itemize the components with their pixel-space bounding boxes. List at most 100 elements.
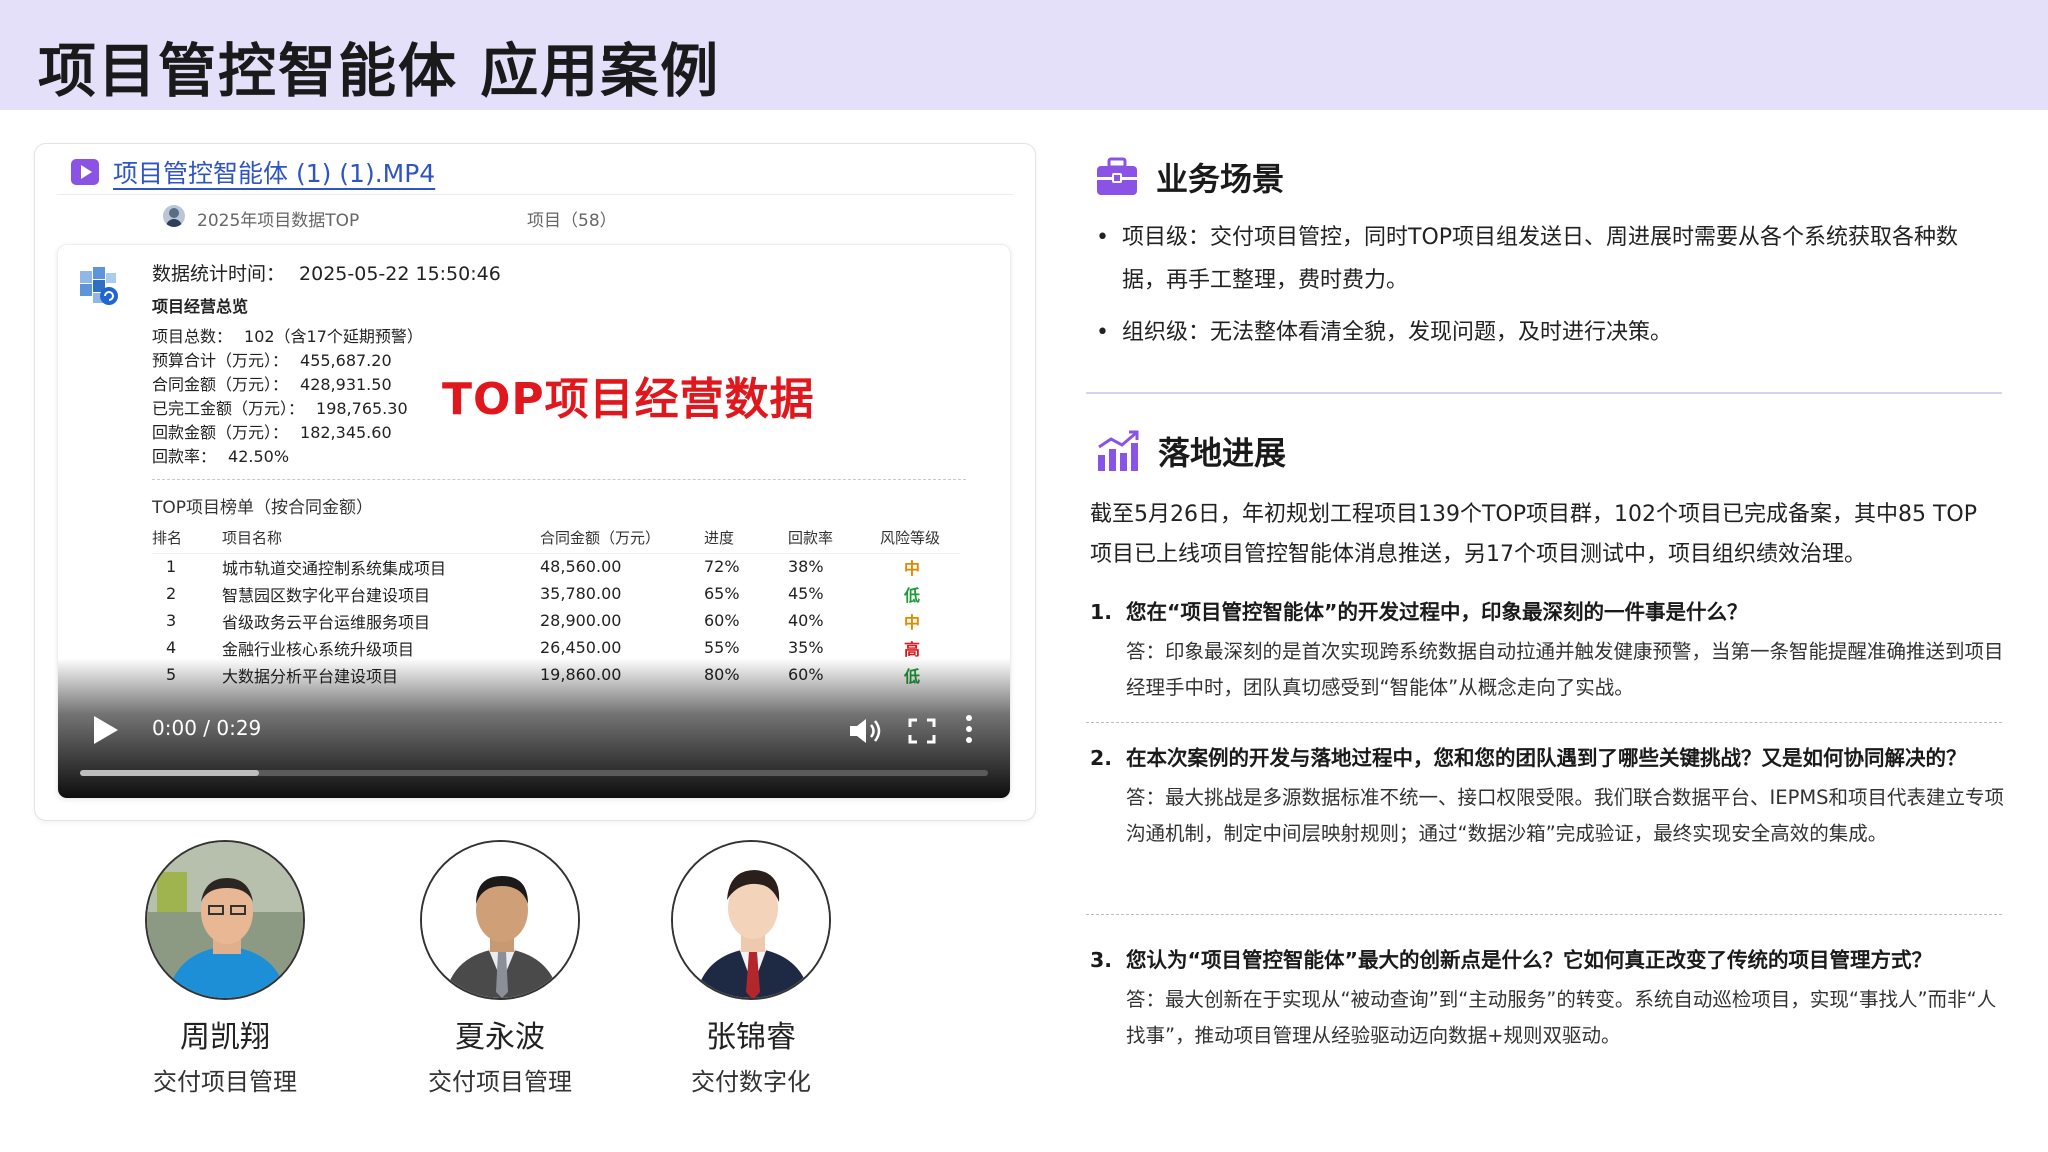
person-card: 周凯翔 交付项目管理 bbox=[120, 840, 330, 1097]
risk-level-cell: 中 bbox=[904, 558, 921, 578]
card-divider bbox=[57, 194, 1013, 195]
overlay-caption: TOP项目经营数据 bbox=[442, 374, 815, 425]
list-item: 项目级：交付项目管控，同时TOP项目组发送日、周进展时需要从各个系统获取各种数据… bbox=[1096, 216, 1976, 302]
play-icon[interactable] bbox=[94, 716, 118, 744]
collection-rate-cell: 38% bbox=[788, 557, 824, 577]
amount-cell: 35,780.00 bbox=[540, 584, 622, 603]
video-file-link[interactable]: 项目管控智能体 (1) (1).MP4 bbox=[113, 154, 435, 190]
player-controls: 0:00 / 0:29 bbox=[58, 658, 1010, 798]
video-meta-row: 2025年项目数据TOP 项目（58） bbox=[127, 202, 627, 232]
stat-item: 项目总数： 102（含17个延期预警） bbox=[152, 327, 423, 346]
col-header: 合同金额（万元） bbox=[540, 523, 704, 554]
qa-question: 3. 您认为“项目管控智能体”最大的创新点是什么？它如何真正改变了传统的项目管理方… bbox=[1090, 948, 1932, 972]
stat-item: 回款金额（万元）： 182,345.60 bbox=[152, 423, 392, 442]
amount-cell: 48,560.00 bbox=[540, 557, 622, 577]
video-progress-bar[interactable] bbox=[80, 770, 988, 776]
person-role: 交付项目管理 bbox=[153, 1068, 297, 1096]
business-section-header: 业务场景 bbox=[1096, 154, 1284, 200]
stat-item: 合同金额（万元）： 428,931.50 bbox=[152, 375, 392, 394]
progress-summary: 截至5月26日，年初规划工程项目139个TOP项目群，102个项目已完成备案，其… bbox=[1090, 502, 1978, 567]
col-header: 项目名称 bbox=[222, 523, 540, 554]
rank-cell: 1 bbox=[166, 557, 177, 577]
qa-answer: 答：最大挑战是多源数据标准不统一、接口权限受限。我们联合数据平台、IEPMS和项… bbox=[1126, 786, 2005, 845]
table-row: 3 省级政务云平台运维服务项目 28,900.00 60% 40% 中 bbox=[152, 607, 960, 634]
business-section-title: 业务场景 bbox=[1156, 160, 1285, 198]
stat-time: 数据统计时间： 2025-05-22 15:50:46 bbox=[152, 259, 501, 286]
person-card: 张锦睿 交付数字化 bbox=[646, 840, 856, 1097]
person-role: 交付数字化 bbox=[691, 1068, 811, 1096]
avatar bbox=[671, 840, 831, 1000]
stat-time-label: 数据统计时间： bbox=[152, 263, 286, 285]
risk-level-cell: 中 bbox=[904, 612, 921, 632]
avatar bbox=[145, 840, 305, 1000]
project-name-cell: 金融行业核心系统升级项目 bbox=[222, 639, 415, 659]
qa-divider bbox=[1086, 914, 2002, 915]
progress-cell: 60% bbox=[704, 611, 740, 630]
col-header: 进度 bbox=[704, 523, 788, 554]
person-name: 张锦睿 bbox=[706, 1020, 796, 1055]
collection-rate-cell: 45% bbox=[788, 584, 824, 603]
collection-rate-cell: 40% bbox=[788, 611, 824, 630]
risk-level-cell: 低 bbox=[904, 585, 921, 605]
qa-item: 2. 在本次案例的开发与落地过程中，您和您的团队遇到了哪些关键挑战？又是如何协同解… bbox=[1090, 740, 2010, 852]
page-title: 项目管控智能体 应用案例 bbox=[38, 37, 721, 105]
col-header: 回款率 bbox=[788, 523, 880, 554]
table-row: 1 城市轨道交通控制系统集成项目 48,560.00 72% 38% 中 bbox=[152, 553, 960, 580]
stats-divider bbox=[152, 479, 966, 480]
rank-cell: 2 bbox=[166, 584, 177, 603]
video-card: 项目管控智能体 (1) (1).MP4 2025年项目数据TOP 项目（58） … bbox=[34, 143, 1036, 821]
person-card: 夏永波 交付项目管理 bbox=[395, 840, 605, 1097]
stat-item: 回款率： 42.50% bbox=[152, 447, 290, 466]
col-header: 风险等级 bbox=[880, 523, 960, 554]
person-role: 交付项目管理 bbox=[428, 1068, 572, 1096]
fullscreen-icon[interactable] bbox=[908, 718, 936, 744]
avatar bbox=[420, 840, 580, 1000]
briefcase-icon bbox=[1097, 157, 1137, 195]
more-options-icon[interactable] bbox=[964, 714, 974, 744]
report-cube-icon bbox=[80, 267, 118, 305]
stat-item: 预算合计（万元）： 455,687.20 bbox=[152, 351, 392, 370]
qa-item: 1. 您在“项目管控智能体”的开发过程中，印象最深刻的一件事是什么？ 答：印象最深… bbox=[1090, 594, 2010, 706]
table-row: 4 金融行业核心系统升级项目 26,450.00 55% 35% 高 bbox=[152, 634, 960, 661]
business-bullets: 项目级：交付项目管控，同时TOP项目组发送日、周进展时需要从各个系统获取各种数据… bbox=[1096, 216, 1976, 363]
video-file-icon bbox=[71, 159, 99, 185]
list-item: 组织级：无法整体看清全貌，发现问题，及时进行决策。 bbox=[1096, 311, 1976, 354]
rank-cell: 4 bbox=[166, 638, 177, 657]
rank-cell: 3 bbox=[166, 611, 177, 630]
project-name-cell: 省级政务云平台运维服务项目 bbox=[222, 612, 431, 632]
amount-cell: 28,900.00 bbox=[540, 611, 622, 630]
volume-icon[interactable] bbox=[848, 716, 884, 746]
person-name: 夏永波 bbox=[455, 1020, 545, 1055]
overview-heading: 项目经营总览 bbox=[152, 297, 249, 316]
table-row: 2 智慧园区数字化平台建设项目 35,780.00 65% 45% 低 bbox=[152, 580, 960, 607]
progress-cell: 55% bbox=[704, 638, 740, 657]
qa-question: 1. 您在“项目管控智能体”的开发过程中，印象最深刻的一件事是什么？ bbox=[1090, 600, 1748, 624]
video-progress-buffered bbox=[80, 770, 259, 776]
progress-section-title: 落地进展 bbox=[1158, 434, 1287, 472]
progress-cell: 72% bbox=[704, 557, 740, 577]
risk-level-cell: 高 bbox=[904, 639, 921, 659]
stat-time-value: 2025-05-22 15:50:46 bbox=[299, 263, 501, 285]
section-divider bbox=[1086, 392, 2002, 394]
file-title-row: 项目管控智能体 (1) (1).MP4 bbox=[71, 154, 435, 190]
collection-rate-cell: 35% bbox=[788, 638, 824, 657]
stats-list: 项目总数： 102（含17个延期预警） 预算合计（万元）： 455,687.20 合… bbox=[152, 325, 423, 469]
qa-answer: 答：最大创新在于实现从“被动查询”到“主动服务”的转变。系统自动巡检项目，实现“… bbox=[1126, 988, 1997, 1047]
progress-cell: 65% bbox=[704, 584, 740, 603]
video-player[interactable]: 数据统计时间： 2025-05-22 15:50:46 项目经营总览 项目总数： 1… bbox=[57, 244, 1011, 799]
progress-section-header: 落地进展 bbox=[1096, 428, 1286, 474]
meta-project-count: 项目（58） bbox=[527, 211, 617, 231]
person-name: 周凯翔 bbox=[180, 1020, 270, 1055]
amount-cell: 26,450.00 bbox=[540, 638, 622, 657]
qa-answer: 答：印象最深刻的是首次实现跨系统数据自动拉通并触发健康预警，当第一条智能提醒准确… bbox=[1126, 640, 2004, 699]
title-bar: 项目管控智能体 应用案例 bbox=[0, 0, 2048, 110]
col-header: 排名 bbox=[152, 523, 222, 554]
qa-item: 3. 您认为“项目管控智能体”最大的创新点是什么？它如何真正改变了传统的项目管理方… bbox=[1090, 942, 2010, 1054]
project-name-cell: 智慧园区数字化平台建设项目 bbox=[222, 585, 431, 605]
meta-dataset-label: 2025年项目数据TOP bbox=[197, 211, 360, 231]
qa-question: 2. 在本次案例的开发与落地过程中，您和您的团队遇到了哪些关键挑战？又是如何协同解… bbox=[1090, 746, 1967, 770]
qa-divider bbox=[1086, 722, 2002, 723]
user-avatar-icon bbox=[163, 205, 185, 227]
stat-item: 已完工金额（万元）： 198,765.30 bbox=[152, 399, 408, 418]
time-display: 0:00 / 0:29 bbox=[152, 716, 262, 740]
